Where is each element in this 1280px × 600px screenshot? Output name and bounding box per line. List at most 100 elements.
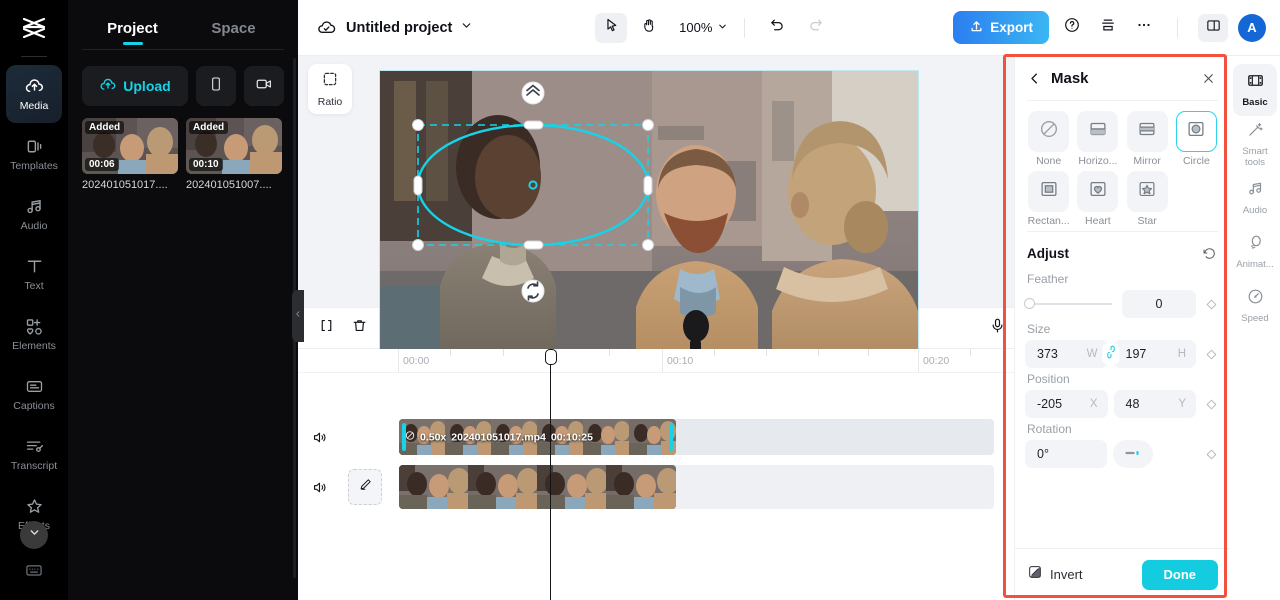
sidebar-item-captions[interactable]: Captions [6,365,62,423]
speaker-icon[interactable] [308,476,330,498]
help-button[interactable] [1059,15,1085,41]
media-thumbnail[interactable]: Added 00:10 [186,118,282,174]
undo-button[interactable] [761,13,793,43]
split-icon [318,317,335,339]
ratio-label: Ratio [317,96,343,108]
video-frame [380,71,918,373]
feather-keyframe-button[interactable] [1202,295,1220,313]
cloud-saved-icon[interactable] [312,14,340,42]
invert-label: Invert [1050,567,1083,582]
link-aspect-ratio-button[interactable] [1103,344,1118,364]
capcut-logo[interactable] [0,0,68,56]
close-button[interactable] [1198,68,1218,88]
speaker-icon[interactable] [308,426,330,448]
right-tool-rail: Basic Smart tools Audio Animat... Speed [1230,56,1280,600]
sidebar-item-label: Templates [10,160,58,173]
size-keyframe-button[interactable] [1202,345,1220,363]
avatar[interactable]: A [1238,13,1266,42]
done-button[interactable]: Done [1141,559,1218,590]
ratio-button[interactable]: Ratio [308,64,352,114]
tab-space[interactable]: Space [183,12,284,47]
sidebar-item-transcript[interactable]: Transcript [6,425,62,483]
mask-option-none[interactable]: None [1025,111,1072,167]
voiceover-button[interactable] [981,313,1014,343]
reset-button[interactable] [1200,244,1218,262]
rotation-keyframe-button[interactable] [1202,445,1220,463]
collapse-panel-handle[interactable] [292,290,304,342]
captions-icon [23,375,45,397]
tab-smart-tools[interactable]: Smart tools [1233,118,1277,170]
mask-option-mirror[interactable]: Mirror [1124,111,1171,167]
playhead-knob[interactable] [544,349,557,365]
mask-y-input[interactable]: 48 Y [1113,390,1196,418]
invert-button[interactable]: Invert [1027,564,1083,585]
list-item[interactable]: Added 00:06 202401051017.... [82,118,178,191]
list-item[interactable]: Added 00:10 202401051007.... [186,118,282,191]
feather-slider[interactable] [1024,298,1112,310]
feather-slider-knob[interactable] [1024,298,1035,310]
redo-button[interactable] [799,13,831,43]
clip-trim-handle-right[interactable] [669,423,673,451]
export-label: Export [990,20,1033,35]
mask-option-heart[interactable]: Heart [1074,171,1121,227]
edit-track-button[interactable] [348,469,382,505]
mask-option-rectangle[interactable]: Rectan... [1025,171,1072,227]
back-button[interactable] [1027,68,1047,88]
panel-toggle-button[interactable] [1198,13,1228,42]
upload-button[interactable]: Upload [82,66,188,106]
tab-speed[interactable]: Speed [1233,280,1277,332]
width-unit: W [1086,348,1098,360]
project-menu-button[interactable] [460,19,473,37]
mask-height-input[interactable]: 197 H [1113,340,1196,368]
expand-sidebar-button[interactable] [20,521,48,549]
print-button[interactable] [1095,15,1121,41]
rotation-dial[interactable] [1113,440,1153,468]
feather-label: Feather [1027,272,1069,286]
zoom-level-selector[interactable]: 100% [679,20,728,35]
sidebar-item-audio[interactable]: Audio [6,185,62,243]
sidebar-item-templates[interactable]: Templates [6,125,62,183]
mask-option-circle[interactable]: Circle [1173,111,1220,167]
mask-panel-header: Mask [1015,56,1230,100]
heart-mask-icon [1087,178,1109,205]
position-keyframe-button[interactable] [1202,395,1220,413]
timeline-clip[interactable]: 0.50x 202401051017.mp4 00:10:25 [399,419,676,455]
hand-tool-button[interactable] [633,13,665,43]
playhead[interactable] [544,349,557,600]
feather-input[interactable]: 0 [1122,290,1196,318]
page-title[interactable]: Untitled project [346,20,452,36]
split-button[interactable] [310,313,343,343]
video-canvas-wrapper[interactable] [379,70,919,374]
mask-option-label: None [1036,155,1062,167]
export-button[interactable]: Export [953,11,1049,44]
mask-width-input[interactable]: 373 W [1025,340,1108,368]
select-tool-button[interactable] [595,12,628,43]
sidebar-item-label: Captions [13,400,55,413]
video-preview[interactable] [379,70,919,374]
tab-audio[interactable]: Audio [1233,172,1277,224]
more-options-button[interactable] [1131,15,1157,41]
sidebar-item-elements[interactable]: Elements [6,305,62,363]
hand-icon [641,17,658,39]
mask-x-input[interactable]: -205 X [1025,390,1108,418]
delete-button[interactable] [343,313,376,343]
media-thumbnail[interactable]: Added 00:06 [82,118,178,174]
diamond-keyframe-icon [1206,349,1216,359]
layers-icon [1099,16,1117,39]
sidebar-item-media[interactable]: Media [6,65,62,123]
capcut-editor-window: Media Templates Audio Text Elements Capt… [0,0,1280,600]
tab-basic[interactable]: Basic [1233,64,1277,116]
mask-rotation-input[interactable]: 0° [1025,440,1107,468]
question-circle-icon [1063,16,1081,39]
timeline-clip[interactable] [399,465,676,509]
record-button[interactable] [244,66,284,106]
mask-option-horizontal[interactable]: Horizo... [1074,111,1121,167]
tab-animation[interactable]: Animat... [1233,226,1277,278]
mask-option-star[interactable]: Star [1124,171,1171,227]
sidebar-item-text[interactable]: Text [6,245,62,303]
tab-project[interactable]: Project [82,12,183,47]
speedometer-icon [1246,287,1265,311]
import-from-phone-button[interactable] [196,66,236,106]
x-unit: X [1089,398,1098,410]
keyboard-shortcuts-button[interactable] [0,560,68,585]
